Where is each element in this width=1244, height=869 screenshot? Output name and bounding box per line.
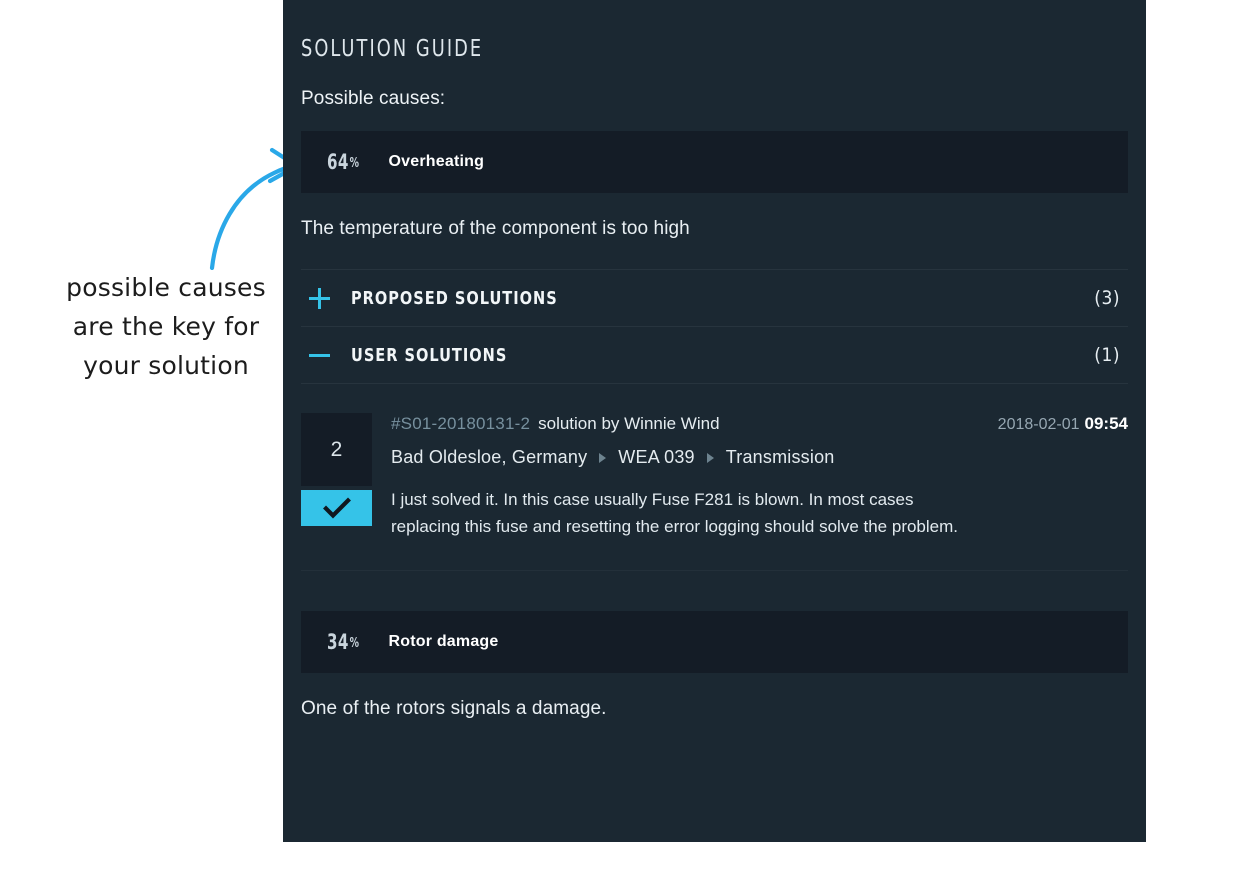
annotation-text: possible causes are the key for your sol…	[46, 268, 286, 385]
breadcrumb-item-component[interactable]: Transmission	[726, 447, 835, 468]
minus-icon[interactable]	[307, 343, 337, 367]
vote-count[interactable]: 2	[301, 413, 372, 486]
breadcrumb: Bad Oldesloe, Germany WEA 039 Transmissi…	[391, 447, 1128, 468]
check-icon	[322, 497, 351, 519]
cause-percent: 34%	[327, 630, 359, 654]
accordion-row-user-solutions[interactable]: USER SOLUTIONS (1)	[301, 326, 1128, 384]
page-title: SOLUTION GUIDE	[301, 36, 484, 62]
cause-percent-value: 34	[327, 630, 349, 654]
annotation-line-3: your solution	[83, 351, 249, 380]
accordion-count-proposed: (3)	[1094, 287, 1120, 309]
percent-sign: %	[349, 156, 360, 171]
cause-name: Overheating	[388, 153, 485, 170]
cause-description: One of the rotors signals a damage.	[301, 698, 607, 719]
chevron-right-icon	[706, 452, 714, 463]
solution-byline: solution by Winnie Wind	[538, 414, 720, 433]
accordion-label-proposed: PROPOSED SOLUTIONS	[351, 287, 558, 309]
solution-clock: 09:54	[1084, 414, 1128, 433]
breadcrumb-item-asset[interactable]: WEA 039	[618, 447, 694, 468]
cause-description: The temperature of the component is too …	[301, 218, 690, 239]
cause-band-rotor-damage[interactable]: 34% Rotor damage	[301, 611, 1128, 673]
accepted-solution-badge[interactable]	[301, 490, 372, 526]
solution-body: #S01-20180131-2 solution by Winnie Wind …	[391, 413, 1128, 540]
solution-guide-panel: SOLUTION GUIDE Possible causes: 64% Over…	[283, 0, 1146, 842]
annotation-layer: possible causes are the key for your sol…	[0, 0, 300, 869]
accordion-row-proposed-solutions[interactable]: PROPOSED SOLUTIONS (3)	[301, 269, 1128, 326]
annotation-line-1: possible causes	[66, 273, 266, 302]
cause-name: Rotor damage	[388, 633, 499, 650]
percent-sign: %	[349, 636, 360, 651]
solution-text: I just solved it. In this case usually F…	[391, 490, 959, 536]
annotation-line-2: are the key for	[72, 312, 260, 341]
solution-date: 2018-02-01	[997, 416, 1080, 433]
chevron-right-icon	[599, 452, 607, 463]
solutions-accordion: PROPOSED SOLUTIONS (3) USER SOLUTIONS (1…	[301, 269, 1128, 384]
plus-icon[interactable]	[307, 286, 337, 310]
cause-percent: 64%	[327, 150, 359, 174]
breadcrumb-item-location[interactable]: Bad Oldesloe, Germany	[391, 447, 587, 468]
accordion-count-user: (1)	[1094, 344, 1120, 366]
cause-band-overheating[interactable]: 64% Overheating	[301, 131, 1128, 193]
solution-id[interactable]: #S01-20180131-2	[391, 413, 530, 435]
possible-causes-label: Possible causes:	[301, 88, 446, 109]
solution-timestamp: 2018-02-01 09:54	[998, 413, 1128, 436]
cause-percent-value: 64	[327, 150, 349, 174]
accordion-label-user: USER SOLUTIONS	[351, 344, 508, 366]
user-solution-entry: 2 #S01-20180131-2 solution by Winnie Win…	[301, 413, 1128, 571]
solution-meta: #S01-20180131-2 solution by Winnie Wind …	[391, 413, 1128, 436]
vote-column: 2	[301, 413, 372, 540]
